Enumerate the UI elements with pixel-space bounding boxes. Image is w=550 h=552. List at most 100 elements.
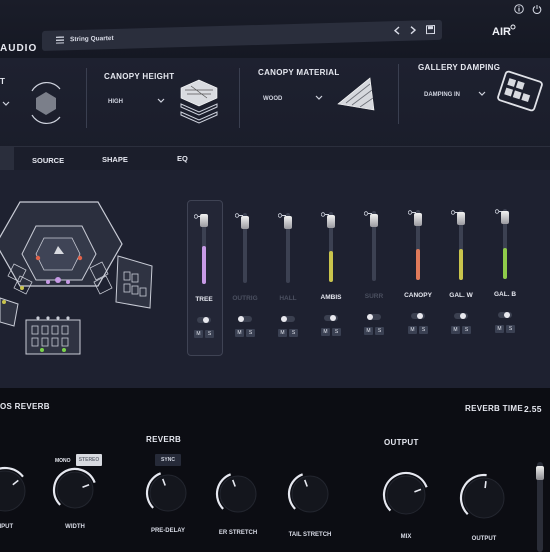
fader-track[interactable] [200, 213, 208, 284]
knob-pre-delay[interactable] [145, 472, 187, 512]
mute-button[interactable]: M [451, 326, 460, 334]
pan-toggle[interactable] [324, 315, 338, 321]
link-icon[interactable] [407, 202, 418, 215]
save-icon[interactable] [426, 25, 435, 35]
canopy-height-value[interactable]: HIGH [108, 99, 123, 105]
mute-button[interactable]: M [321, 328, 330, 336]
power-icon[interactable] [532, 4, 542, 14]
reverb-panel: OS REVERB REVERB TIME 2.55 REVERB OUTPUT… [0, 388, 550, 552]
fader-handle[interactable] [200, 213, 208, 227]
damping-panels-icon [497, 70, 543, 112]
level-fill [329, 250, 333, 282]
level-fill [459, 248, 463, 280]
solo-button[interactable]: S [332, 328, 341, 336]
mute-button[interactable]: M [364, 327, 373, 335]
knob-output[interactable] [459, 473, 505, 519]
fader-handle[interactable] [241, 216, 249, 229]
tab-eq[interactable]: EQ [177, 154, 188, 163]
fader-track[interactable] [457, 210, 465, 280]
knob-width[interactable] [52, 467, 96, 509]
chevron-down-icon[interactable] [2, 101, 10, 107]
fader-track[interactable] [414, 210, 422, 280]
fader-handle[interactable] [501, 210, 509, 224]
channel-strip-outrig: OUTRIG M S [225, 170, 265, 370]
fader-handle[interactable] [370, 214, 378, 227]
room-diagram[interactable] [0, 198, 160, 358]
solo-button[interactable]: S [375, 327, 384, 335]
knob-label: ER STRETCH [218, 530, 258, 536]
chevron-down-icon[interactable] [157, 98, 165, 104]
channel-name: TREE [195, 296, 213, 303]
link-icon[interactable] [193, 206, 204, 219]
channel-name: SURR [364, 293, 384, 300]
channel-name: GAL. W [449, 292, 473, 299]
knob-input[interactable] [0, 466, 26, 512]
pan-toggle[interactable] [411, 313, 425, 319]
divider [86, 68, 87, 128]
output-meter-handle[interactable] [536, 466, 544, 480]
mute-button[interactable]: M [235, 329, 244, 337]
pan-toggle[interactable] [238, 316, 252, 322]
solo-button[interactable]: S [462, 326, 471, 334]
knob-label: PRE-DELAY [150, 528, 186, 534]
canopy-height-label: CANOPY HEIGHT [104, 72, 175, 81]
knob-mix[interactable] [382, 471, 428, 515]
pan-toggle[interactable] [498, 312, 512, 318]
fader-track[interactable] [241, 213, 249, 283]
pan-toggle[interactable] [454, 313, 468, 319]
preset-selector[interactable]: String Quartet [42, 19, 442, 51]
logo-ring [510, 24, 516, 30]
link-icon[interactable] [363, 203, 374, 216]
canopy-material-label: CANOPY MATERIAL [258, 68, 340, 77]
channel-strip-galb: GAL. B MS [485, 170, 525, 370]
gallery-damping-value[interactable]: DAMPING IN [424, 92, 460, 98]
mute-button[interactable]: M [278, 329, 287, 337]
wood-material-icon [337, 77, 375, 111]
link-icon[interactable] [450, 202, 461, 215]
solo-button[interactable]: S [246, 329, 255, 337]
fader-handle[interactable] [414, 213, 422, 226]
solo-button[interactable]: S [205, 330, 214, 338]
fader-track[interactable] [501, 209, 509, 279]
pan-toggle[interactable] [197, 317, 211, 323]
knob-er stretch[interactable] [215, 473, 257, 513]
mute-button[interactable]: M [408, 326, 417, 334]
knob-label: WIDTH [65, 524, 85, 530]
fader-track[interactable] [370, 211, 378, 281]
next-icon[interactable] [409, 26, 416, 35]
info-icon[interactable] [514, 4, 524, 14]
knob-pointer [484, 481, 487, 489]
fader-handle[interactable] [457, 211, 465, 225]
solo-button[interactable]: S [289, 329, 298, 337]
canopy-controls: T CANOPY HEIGHT HIGH CANOPY MATERIAL WOO… [0, 58, 550, 153]
mute-button[interactable]: M [495, 325, 504, 333]
knob-tail stretch[interactable] [287, 473, 329, 513]
prev-icon[interactable] [394, 26, 401, 35]
chevron-down-icon[interactable] [315, 95, 323, 101]
fader-handle[interactable] [284, 216, 292, 229]
fader-track[interactable] [284, 213, 292, 283]
rotation-hex-icon[interactable] [24, 81, 68, 125]
list-icon[interactable] [56, 36, 64, 44]
channel-strip-galw: GAL. W MS [441, 170, 481, 370]
preset-name: String Quartet [70, 34, 114, 44]
tab-shape[interactable]: SHAPE [102, 155, 128, 164]
pan-toggle[interactable] [367, 314, 381, 320]
link-icon[interactable] [494, 201, 505, 214]
channel-strip-tree: TREE M S [184, 170, 224, 370]
solo-button[interactable]: S [506, 325, 515, 333]
tab-source[interactable]: SOURCE [32, 156, 64, 165]
canopy-material-value[interactable]: WOOD [263, 96, 282, 102]
solo-button[interactable]: S [419, 326, 428, 334]
link-icon[interactable] [234, 205, 245, 218]
link-icon[interactable] [277, 205, 288, 218]
link-icon[interactable] [320, 204, 331, 217]
tab-active-edge [0, 147, 14, 171]
chevron-down-icon[interactable] [478, 91, 486, 97]
mute-button[interactable]: M [194, 330, 203, 338]
pan-toggle[interactable] [281, 316, 295, 322]
fader-handle[interactable] [327, 215, 335, 228]
level-fill [202, 245, 206, 284]
header-bar: AUDIO String Quartet AIR [0, 0, 550, 58]
fader-track[interactable] [327, 212, 335, 282]
